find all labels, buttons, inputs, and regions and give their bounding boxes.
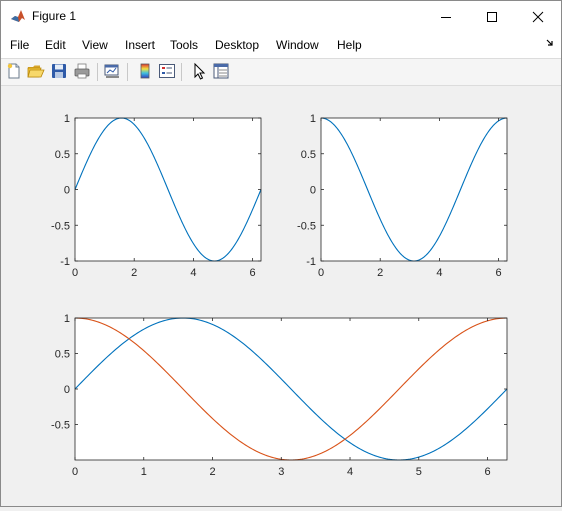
x-tick-label-top-left: 6 xyxy=(250,267,256,279)
figure-window: Figure 1 File Edit View Insert Tools Des… xyxy=(0,0,562,507)
window-title: Figure 1 xyxy=(32,9,77,23)
y-tick-label-bottom: 0.5 xyxy=(55,349,70,361)
property-inspector-icon[interactable] xyxy=(212,62,230,80)
y-tick-label-bottom: 1 xyxy=(64,313,70,325)
minimize-icon xyxy=(441,16,451,18)
y-tick-label-top-right: 1 xyxy=(310,113,316,125)
y-tick-label-top-left: -1 xyxy=(60,256,70,268)
menu-edit[interactable]: Edit xyxy=(45,38,66,52)
pointer-arrow-icon[interactable] xyxy=(190,62,208,80)
x-tick-label-bottom: 1 xyxy=(141,466,147,478)
menu-desktop[interactable]: Desktop xyxy=(215,38,259,52)
title-bar[interactable]: Figure 1 xyxy=(1,1,561,32)
minimize-button[interactable] xyxy=(423,1,469,32)
x-tick-label-top-left: 0 xyxy=(72,267,78,279)
save-disk-icon[interactable] xyxy=(50,62,68,80)
x-tick-label-bottom: 3 xyxy=(278,466,284,478)
link-plot-icon[interactable] xyxy=(103,62,121,80)
x-tick-label-top-left: 2 xyxy=(131,267,137,279)
legend-icon[interactable] xyxy=(158,62,176,80)
y-tick-label-top-right: 0.5 xyxy=(301,149,316,161)
figure-canvas: 0 2 4 6 -1 -0.5 0 0.5 1 0 2 4 6 -1 -0.5 0 0.5 1 0 1 2 3 4 5 6 -0.… xyxy=(1,86,561,506)
menu-tools[interactable]: Tools xyxy=(170,38,198,52)
y-tick-label-top-left: 1 xyxy=(64,113,70,125)
menu-insert[interactable]: Insert xyxy=(125,38,155,52)
x-tick-label-bottom: 2 xyxy=(209,466,215,478)
y-tick-label-top-left: 0.5 xyxy=(55,149,70,161)
maximize-icon xyxy=(487,11,497,22)
figure-plots: 0 2 4 6 -1 -0.5 0 0.5 1 0 2 4 6 -1 -0.5 0 0.5 1 0 1 2 3 4 5 6 -0.… xyxy=(51,113,508,478)
x-tick-label-top-left: 4 xyxy=(190,267,196,279)
x-tick-label-bottom: 0 xyxy=(72,466,78,478)
y-tick-label-top-left: 0 xyxy=(64,185,70,197)
menu-view[interactable]: View xyxy=(82,38,108,52)
toolbar-separator xyxy=(181,63,182,81)
x-tick-label-top-right: 2 xyxy=(377,267,383,279)
close-button[interactable] xyxy=(515,1,561,32)
menu-bar: File Edit View Insert Tools Desktop Wind… xyxy=(1,32,561,59)
x-tick-label-bottom: 4 xyxy=(347,466,353,478)
printer-icon[interactable] xyxy=(73,62,91,80)
y-tick-label-top-right: -0.5 xyxy=(297,220,316,232)
x-tick-label-top-right: 6 xyxy=(496,267,502,279)
matlab-logo-icon xyxy=(10,8,26,24)
y-tick-label-bottom: 0 xyxy=(64,384,70,396)
toolbar-separator xyxy=(127,63,128,81)
toolbar-separator xyxy=(97,63,98,81)
y-tick-label-top-right: -1 xyxy=(306,256,316,268)
menu-file[interactable]: File xyxy=(10,38,29,52)
maximize-button[interactable] xyxy=(469,1,515,32)
new-file-icon[interactable] xyxy=(5,62,23,80)
menu-window[interactable]: Window xyxy=(276,38,319,52)
x-tick-label-top-right: 0 xyxy=(318,267,324,279)
folder-open-icon[interactable] xyxy=(27,62,45,80)
figure-toolbar xyxy=(1,59,561,86)
y-tick-label-top-left: -0.5 xyxy=(51,220,70,232)
menu-help[interactable]: Help xyxy=(337,38,362,52)
x-tick-label-bottom: 6 xyxy=(484,466,490,478)
axes-background-top-right xyxy=(321,118,507,261)
colorbar-icon[interactable] xyxy=(136,62,154,80)
x-tick-label-top-right: 4 xyxy=(436,267,442,279)
dock-arrow-icon[interactable] xyxy=(546,39,555,48)
y-tick-label-top-right: 0 xyxy=(310,185,316,197)
y-tick-label-bottom: -0.5 xyxy=(51,420,70,432)
close-icon xyxy=(532,11,544,22)
x-tick-label-bottom: 5 xyxy=(416,466,422,478)
